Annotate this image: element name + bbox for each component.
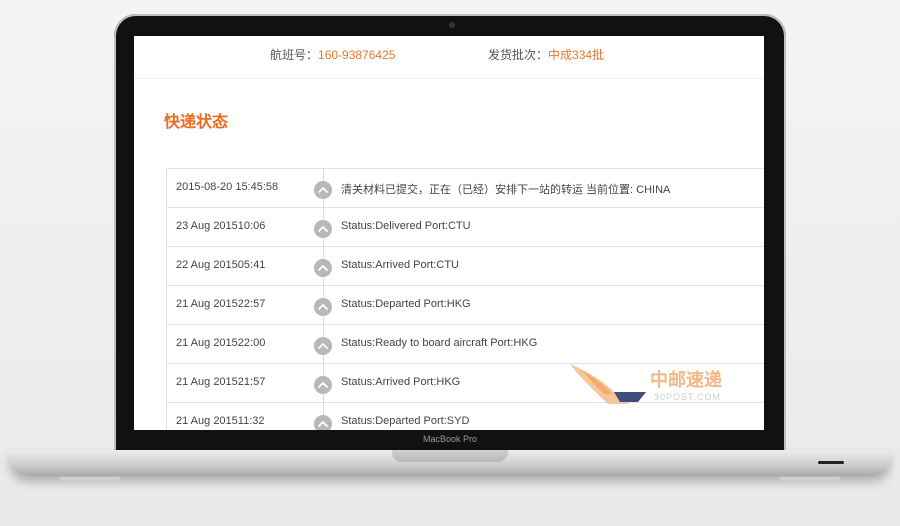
chevron-up-icon[interactable] — [314, 181, 332, 199]
tracking-row: 21 Aug 201522:57 Status:Departed Port:HKG — [167, 286, 764, 325]
wing-logo-icon — [570, 364, 646, 404]
laptop-notch — [392, 450, 508, 462]
shipment-info-bar: 航班号：160-93876425 发货批次：中成334批 — [134, 36, 764, 79]
tracking-row: 22 Aug 201505:41 Status:Arrived Port:CTU — [167, 247, 764, 286]
tracking-time: 21 Aug 201521:57 — [176, 376, 266, 388]
chevron-up-icon[interactable] — [314, 337, 332, 355]
tracking-status: Status:Ready to board aircraft Port:HKG — [341, 337, 538, 349]
shipment-batch: 发货批次：中成334批 — [488, 46, 604, 63]
tracking-time: 21 Aug 201522:00 — [176, 337, 266, 349]
tracking-row: 23 Aug 201510:06 Status:Delivered Port:CT… — [167, 208, 764, 247]
tracking-time: 21 Aug 201511:32 — [176, 415, 265, 427]
tracking-time: 22 Aug 201505:41 — [176, 259, 266, 271]
watermark-site: 30POST.COM — [654, 392, 722, 402]
tracking-time: 23 Aug 201510:06 — [176, 220, 266, 232]
section-title: 快递状态 — [164, 112, 229, 131]
laptop-foot-left — [60, 477, 120, 481]
chevron-up-icon[interactable] — [314, 220, 332, 238]
flight-value: 160-93876425 — [318, 48, 396, 62]
chevron-up-icon[interactable] — [314, 376, 332, 394]
tracking-status: Status:Departed Port:HKG — [341, 298, 471, 310]
device-label: MacBook Pro — [422, 434, 478, 444]
chevron-up-icon[interactable] — [314, 259, 332, 277]
tracking-status: Status:Departed Port:SYD — [341, 415, 470, 427]
tracking-time: 2015-08-20 15:45:58 — [176, 181, 279, 193]
tracking-row: 21 Aug 201522:00 Status:Ready to board ai… — [167, 325, 764, 364]
batch-label: 发货批次： — [488, 48, 549, 62]
batch-value: 中成334批 — [548, 48, 605, 62]
tracking-status: 清关材料已提交，正在（已经）安排下一站的转运 当前位置: CHINA — [341, 184, 671, 196]
chevron-up-icon[interactable] — [314, 298, 332, 316]
tracking-time: 21 Aug 201522:57 — [176, 298, 266, 310]
watermark-text: 中邮速递 — [650, 370, 722, 391]
tracking-row: 2015-08-20 15:45:58 清关材料已提交，正在（已经）安排下一站的转… — [167, 169, 764, 208]
flight-label: 航班号： — [270, 48, 319, 62]
watermark: 中邮速递 30POST.COM — [568, 362, 748, 416]
tracking-status: Status:Arrived Port:HKG — [341, 376, 461, 388]
tracking-status: Status:Arrived Port:CTU — [341, 259, 459, 271]
screen: 航班号：160-93876425 发货批次：中成334批 快递状态 2015-0… — [134, 36, 764, 430]
tracking-status: Status:Delivered Port:CTU — [341, 220, 471, 232]
chevron-up-icon[interactable] — [314, 415, 332, 430]
camera-dot — [449, 22, 455, 28]
laptop-led — [818, 461, 844, 464]
laptop-foot-right — [780, 477, 840, 481]
flight-number: 航班号：160-93876425 — [270, 46, 395, 63]
